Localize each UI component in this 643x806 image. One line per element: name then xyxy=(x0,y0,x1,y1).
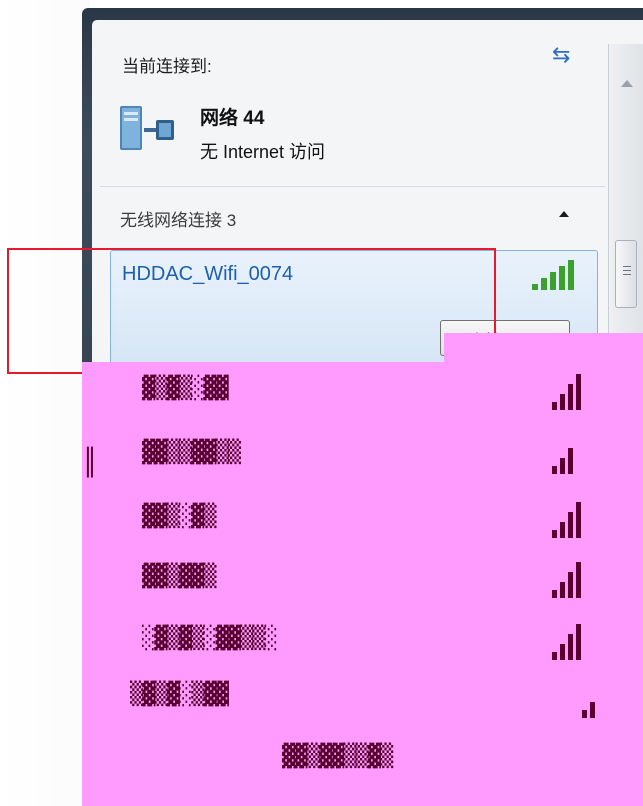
garbled-text: ░▓▒▓▒░▓▓▒▒░ xyxy=(142,626,278,651)
wireless-section-title: 无线网络连接 3 xyxy=(120,211,237,230)
scrollbar-track[interactable] xyxy=(608,44,643,378)
chevron-up-icon[interactable] xyxy=(548,200,580,230)
signal-bars-icon xyxy=(552,620,592,660)
page-background xyxy=(0,0,90,806)
garbled-text: ▓▒▓▒░▓▓ xyxy=(142,376,229,401)
garbled-text: ▒▓▒▓░▒▓▓ xyxy=(130,682,229,707)
grip-line-icon xyxy=(623,266,631,267)
grip-line-icon xyxy=(623,274,631,275)
network-icon xyxy=(120,106,174,150)
corrupted-region: ▓▒▓▒░▓▓ ▓▓▒▒▓▓▒▒ ▓▓▒░▓▒ ▓▓▒▓▓▒ ░▓▒▓▒░▓▓▒… xyxy=(82,362,643,806)
network-name: 网络 44 xyxy=(200,108,265,129)
current-connection-label: 当前连接到: xyxy=(122,57,212,76)
section-divider xyxy=(100,186,605,187)
signal-bars-icon xyxy=(552,434,592,474)
garbled-text: ▓▓▒░▓▒ xyxy=(142,504,216,529)
refresh-icon[interactable]: ⇆ xyxy=(552,42,570,68)
garbled-text: ║ xyxy=(82,448,98,478)
signal-bars-icon xyxy=(552,498,592,538)
signal-bars-icon xyxy=(552,558,592,598)
garbled-text: ▓▓▒▓▓▒ xyxy=(142,564,216,589)
signal-bars-icon xyxy=(552,370,592,410)
scroll-up-icon[interactable] xyxy=(621,80,633,87)
network-status: 无 Internet 访问 xyxy=(200,142,326,162)
garbled-text: ▓▓▒▓▓▒▒▓▒ xyxy=(282,744,393,769)
signal-bars-icon xyxy=(532,260,574,290)
grip-line-icon xyxy=(623,270,631,271)
highlight-rectangle xyxy=(7,248,496,374)
signal-bars-icon xyxy=(582,678,622,718)
garbled-text: ▓▓▒▒▓▓▒▒ xyxy=(142,440,241,465)
